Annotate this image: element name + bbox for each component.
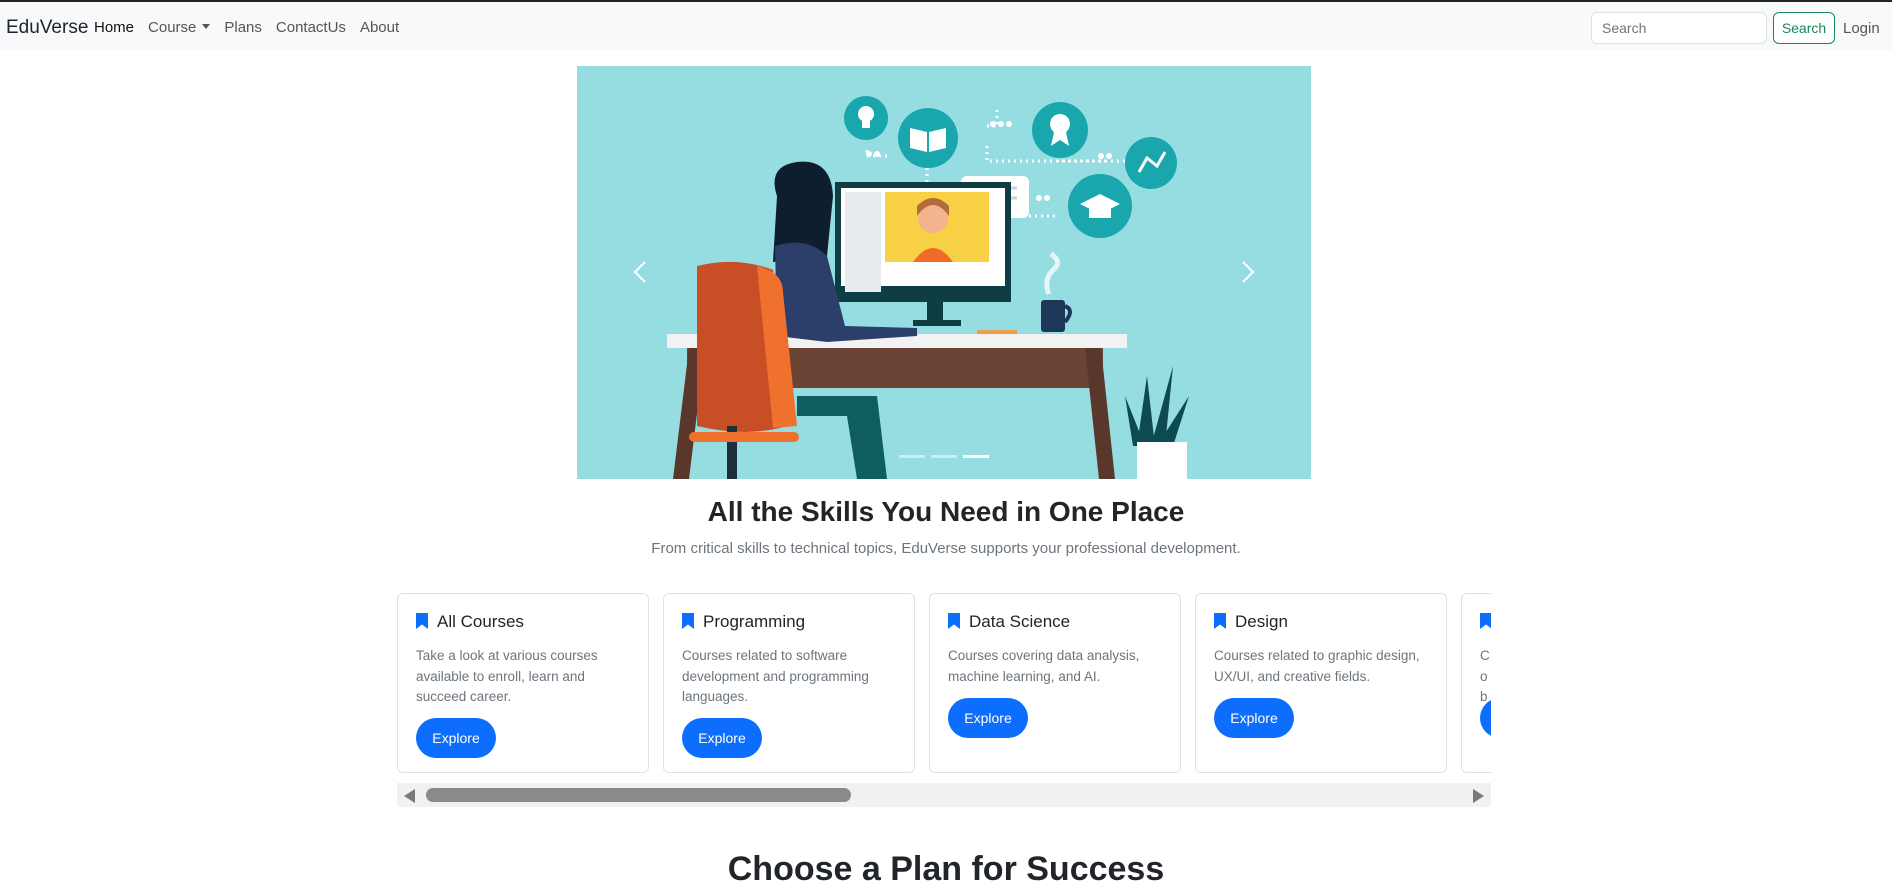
- card-title: Programming: [682, 612, 805, 632]
- card-text: Courses related to graphic design, UX/UI…: [1214, 648, 1420, 684]
- category-cards-scroller[interactable]: All Courses Take a look at various cours…: [397, 593, 1491, 775]
- lightbulb-icon: [844, 96, 888, 140]
- card-title: Data Science: [948, 612, 1070, 632]
- scroll-right-arrow-icon[interactable]: [1473, 789, 1484, 803]
- bookmark-icon: [416, 613, 428, 629]
- nav-link-course[interactable]: Course: [148, 19, 211, 36]
- nav-link-home[interactable]: Home: [94, 19, 134, 36]
- award-icon: [1032, 102, 1088, 158]
- bookmark-icon: [1214, 613, 1226, 629]
- book-icon: [898, 108, 958, 168]
- search-button[interactable]: Search: [1773, 12, 1835, 44]
- carousel-prev-button[interactable]: [621, 242, 661, 302]
- explore-button[interactable]: Explore: [682, 718, 762, 758]
- chart-line-icon: [1125, 137, 1177, 189]
- card-programming: Programming Courses related to software …: [663, 593, 915, 773]
- card-title-text: Data Science: [969, 612, 1071, 631]
- carousel-indicator-2[interactable]: [931, 455, 957, 458]
- login-link[interactable]: Login: [1843, 20, 1880, 37]
- card-partial: Co ba: [1461, 593, 1491, 773]
- card-title: [1480, 612, 1491, 632]
- bookmark-icon: [682, 613, 694, 629]
- navbar: EduVerse Home Course Plans ContactUs Abo…: [0, 2, 1892, 50]
- nav-links: Home Course Plans ContactUs About: [94, 19, 413, 36]
- caret-down-icon: [202, 24, 211, 29]
- card-text: Courses covering data analysis, machine …: [948, 648, 1140, 684]
- bookmark-icon: [948, 613, 960, 629]
- chevron-right-icon: [1242, 261, 1255, 283]
- hero-carousel: [577, 66, 1311, 479]
- carousel-next-button[interactable]: [1227, 242, 1267, 302]
- hero-title: All the Skills You Need in One Place: [707, 496, 1185, 527]
- card-data-science: Data Science Courses covering data analy…: [929, 593, 1181, 773]
- card-text: Take a look at various courses available…: [416, 648, 598, 704]
- search-input[interactable]: [1591, 12, 1767, 44]
- nav-link-contactus[interactable]: ContactUs: [276, 19, 346, 36]
- graduation-cap-icon: [1068, 174, 1132, 238]
- nav-link-about[interactable]: About: [360, 19, 399, 36]
- nav-link-plans[interactable]: Plans: [224, 19, 262, 36]
- carousel-indicator-1[interactable]: [899, 455, 925, 458]
- carousel-illustration: [577, 66, 1311, 479]
- brand-logo[interactable]: EduVerse: [6, 17, 88, 39]
- card-text: Courses related to software development …: [682, 648, 869, 704]
- horizontal-scrollbar[interactable]: [397, 783, 1491, 807]
- scrollbar-thumb[interactable]: [426, 788, 851, 802]
- nav-link-course-label: Course: [148, 19, 197, 36]
- plans-section-title: Choose a Plan for Success: [727, 850, 1165, 888]
- carousel-indicators: [899, 455, 989, 458]
- explore-button[interactable]: Explore: [1214, 698, 1294, 738]
- card-title: All Courses: [416, 612, 524, 632]
- card-design: Design Courses related to graphic design…: [1195, 593, 1447, 773]
- explore-button[interactable]: Explore: [948, 698, 1028, 738]
- card-title-text: All Courses: [437, 612, 524, 631]
- card-all-courses: All Courses Take a look at various cours…: [397, 593, 649, 773]
- bookmark-icon: [1480, 613, 1491, 629]
- hero-subtitle: From critical skills to technical topics…: [651, 540, 1241, 557]
- explore-button[interactable]: Explore: [416, 718, 496, 758]
- card-title: Design: [1214, 612, 1288, 632]
- card-title-text: Programming: [703, 612, 806, 631]
- chevron-left-icon: [633, 261, 646, 283]
- scroll-left-arrow-icon[interactable]: [404, 789, 415, 803]
- carousel-indicator-3[interactable]: [963, 455, 989, 458]
- card-title-text: Design: [1235, 612, 1288, 631]
